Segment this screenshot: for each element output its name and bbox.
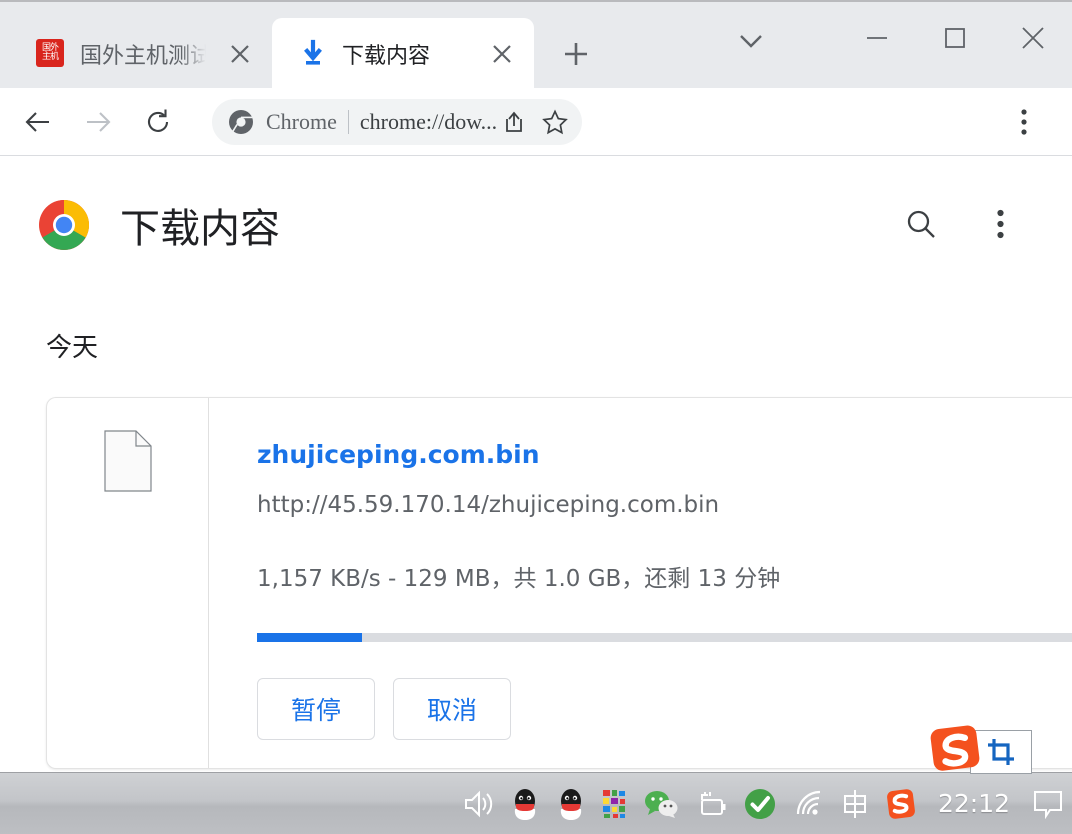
tab-close-button[interactable] xyxy=(226,40,254,68)
pause-button[interactable]: 暂停 xyxy=(257,678,375,740)
volume-icon[interactable] xyxy=(454,773,502,834)
browser-menu-three-dots-vertical-icon[interactable] xyxy=(1002,100,1046,144)
tab-downloads[interactable]: 下载内容 xyxy=(272,18,534,90)
security-ok-icon[interactable] xyxy=(736,773,784,834)
download-group-label: 今天 xyxy=(46,333,99,363)
sogou-s-icon[interactable] xyxy=(930,724,984,774)
minimize-icon[interactable] xyxy=(838,2,916,74)
maximize-icon[interactable] xyxy=(916,2,994,74)
windows-taskbar: 22:12 xyxy=(0,772,1072,834)
generic-file-icon xyxy=(103,430,152,492)
omnibox-url-text: chrome://dow... xyxy=(359,109,498,134)
color-grid-icon[interactable] xyxy=(594,773,636,834)
close-icon[interactable] xyxy=(994,2,1072,74)
download-progress-fill xyxy=(257,633,362,642)
cancel-button[interactable]: 取消 xyxy=(393,678,511,740)
new-tab-button[interactable] xyxy=(552,30,600,78)
downloads-menu-three-dots-vertical-icon[interactable] xyxy=(978,201,1022,247)
download-details: zhujiceping.com.bin http://45.59.170.14/… xyxy=(209,398,1072,768)
reload-icon[interactable] xyxy=(136,100,180,144)
window-controls xyxy=(838,2,1072,74)
downloads-page: zhujiceping.com 下载内容 xyxy=(0,157,1072,772)
arrow-left-icon[interactable] xyxy=(16,100,60,144)
tab-title: 国外主机测试 xyxy=(80,44,206,69)
search-icon[interactable] xyxy=(898,201,944,247)
omnibox-divider xyxy=(347,110,349,134)
sogou-screenshot-overlay[interactable] xyxy=(930,724,1032,774)
tab-title: 下载内容 xyxy=(342,44,431,69)
sogou-input-icon[interactable] xyxy=(878,773,924,834)
browser-window: 国外 主机 国外主机测试 下载内容 Chrome chrome://dow...… xyxy=(0,0,1072,834)
download-item-card[interactable]: zhujiceping.com.bin http://45.59.170.14/… xyxy=(46,397,1072,769)
crop-icon[interactable] xyxy=(986,737,1016,767)
address-bar[interactable]: Chrome chrome://dow... xyxy=(212,99,582,145)
ime-chinese-icon[interactable] xyxy=(832,773,878,834)
notification-icon[interactable] xyxy=(1024,773,1072,834)
arrow-right-icon[interactable] xyxy=(76,100,120,144)
star-icon[interactable] xyxy=(542,109,568,135)
chrome-logo-icon xyxy=(39,200,89,250)
download-progress-bar xyxy=(257,633,1072,642)
download-source-url: http://45.59.170.14/zhujiceping.com.bin xyxy=(257,492,720,518)
tab-close-button[interactable] xyxy=(488,40,516,68)
wifi-icon[interactable] xyxy=(784,773,832,834)
qq-icon-2[interactable] xyxy=(548,773,594,834)
battery-icon[interactable] xyxy=(686,773,736,834)
download-status-text: 1,157 KB/s - 129 MB，共 1.0 GB，还剩 13 分钟 xyxy=(257,566,781,592)
browser-toolbar: Chrome chrome://dow... xyxy=(0,88,1072,156)
tab-guowaizhujiceshi[interactable]: 国外 主机 国外主机测试 xyxy=(10,18,272,90)
omnibox-scheme-label: Chrome xyxy=(266,109,337,134)
page-title: 下载内容 xyxy=(120,206,280,252)
download-file-name-link[interactable]: zhujiceping.com.bin xyxy=(257,440,540,469)
tab-search-chevron-down-icon[interactable] xyxy=(716,10,786,72)
download-arrow-icon xyxy=(298,39,328,69)
share-icon[interactable] xyxy=(502,110,526,134)
red-seal-icon: 国外 主机 xyxy=(36,39,66,69)
download-icon-column xyxy=(47,398,209,768)
taskbar-clock[interactable]: 22:12 xyxy=(924,789,1024,818)
chrome-circle-icon xyxy=(229,110,253,135)
tab-strip: 国外 主机 国外主机测试 下载内容 xyxy=(0,0,1072,90)
wechat-icon[interactable] xyxy=(636,773,686,834)
qq-icon-1[interactable] xyxy=(502,773,548,834)
downloads-page-header: 下载内容 xyxy=(0,179,1072,271)
